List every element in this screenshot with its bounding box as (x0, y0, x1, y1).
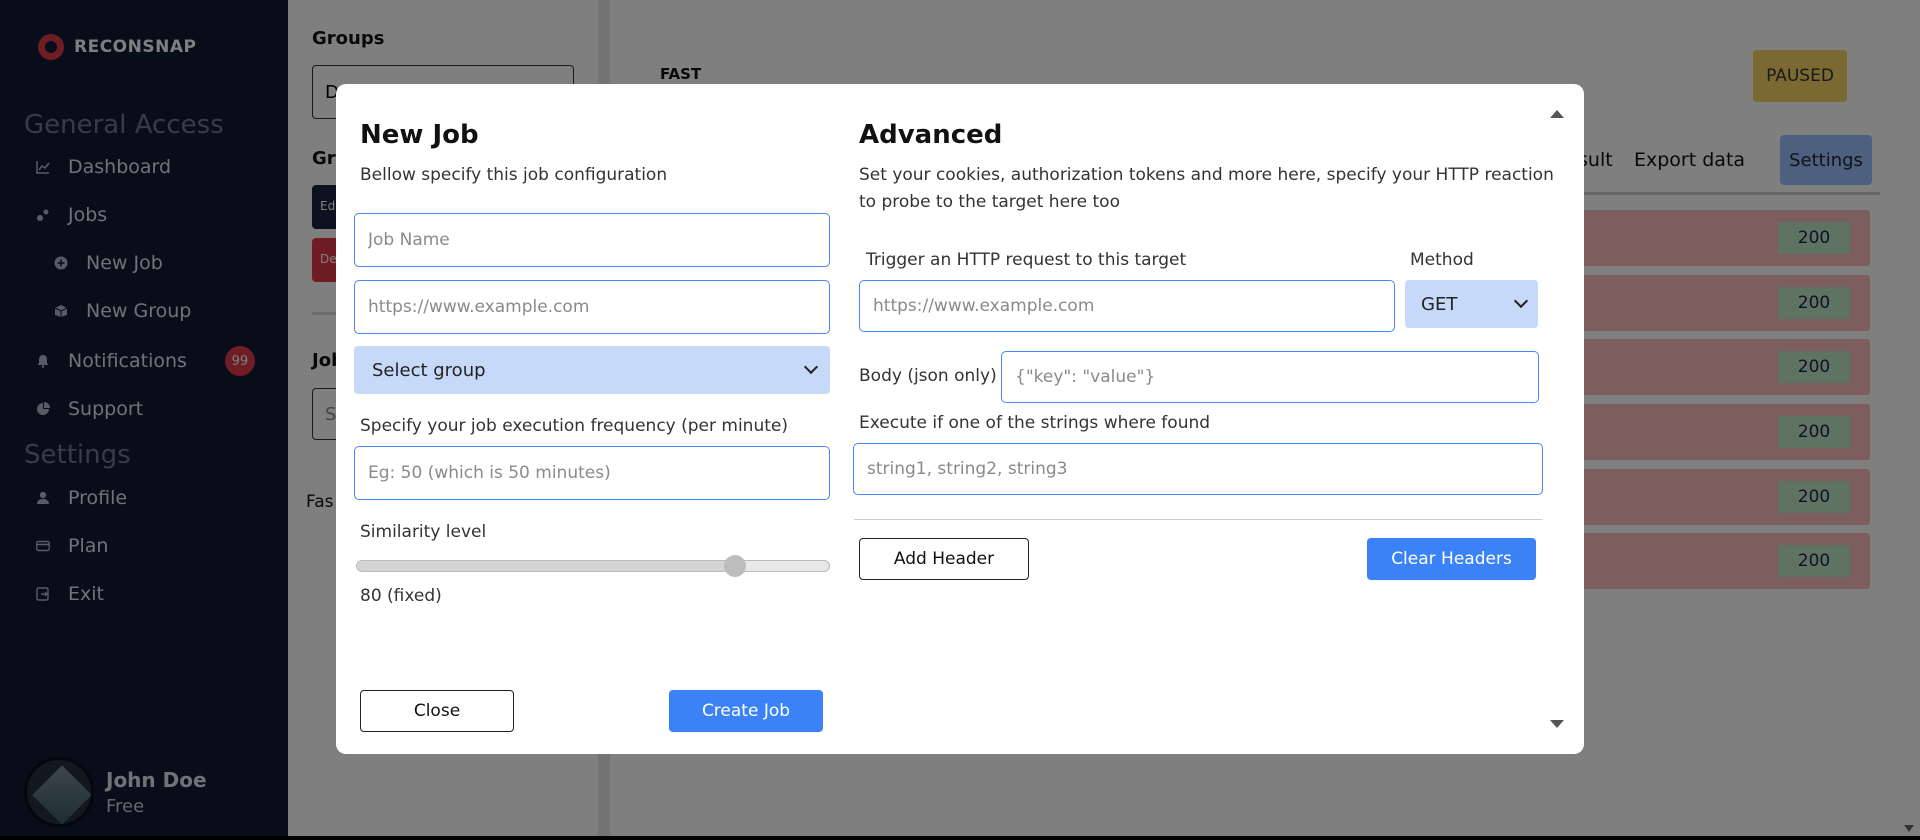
execute-strings-input[interactable] (853, 443, 1543, 495)
similarity-value: 80 (fixed) (360, 586, 442, 606)
clear-headers-button[interactable]: Clear Headers (1367, 538, 1536, 580)
similarity-slider[interactable] (356, 555, 830, 577)
group-select[interactable]: Select group (354, 346, 830, 394)
modal-scroll-up-icon[interactable] (1550, 110, 1564, 118)
modal-scroll-down-icon[interactable] (1550, 720, 1564, 728)
slider-thumb[interactable] (723, 555, 746, 577)
new-job-title: New Job (360, 120, 479, 150)
chevron-down-icon (1513, 293, 1529, 309)
execute-label: Execute if one of the strings where foun… (859, 413, 1211, 433)
group-select-value: Select group (372, 359, 486, 381)
method-select[interactable]: GET (1405, 280, 1538, 328)
new-job-modal: New Job Bellow specify this job configur… (336, 84, 1584, 754)
advanced-title: Advanced (859, 120, 1003, 150)
method-select-value: GET (1421, 293, 1458, 315)
headers-divider (854, 519, 1542, 520)
trigger-url-input[interactable] (859, 280, 1395, 332)
method-label: Method (1410, 250, 1474, 270)
new-job-subtitle: Bellow specify this job configuration (360, 165, 668, 185)
frequency-label: Specify your job execution frequency (pe… (360, 416, 788, 436)
advanced-subtitle: Set your cookies, authorization tokens a… (859, 165, 1554, 212)
body-json-input[interactable] (1001, 351, 1539, 403)
page-scroll-down-icon[interactable] (1904, 825, 1914, 832)
chevron-down-icon (803, 359, 819, 375)
slider-fill (357, 561, 735, 571)
frequency-input[interactable] (354, 446, 830, 500)
add-header-button[interactable]: Add Header (859, 538, 1029, 580)
job-url-input[interactable] (354, 280, 830, 334)
bottom-bar (0, 836, 1920, 840)
create-job-button[interactable]: Create Job (669, 690, 823, 732)
trigger-label: Trigger an HTTP request to this target (866, 250, 1187, 270)
body-label: Body (json only) (859, 366, 997, 386)
similarity-label: Similarity level (360, 522, 487, 542)
job-name-input[interactable] (354, 213, 830, 267)
close-button[interactable]: Close (360, 690, 514, 732)
